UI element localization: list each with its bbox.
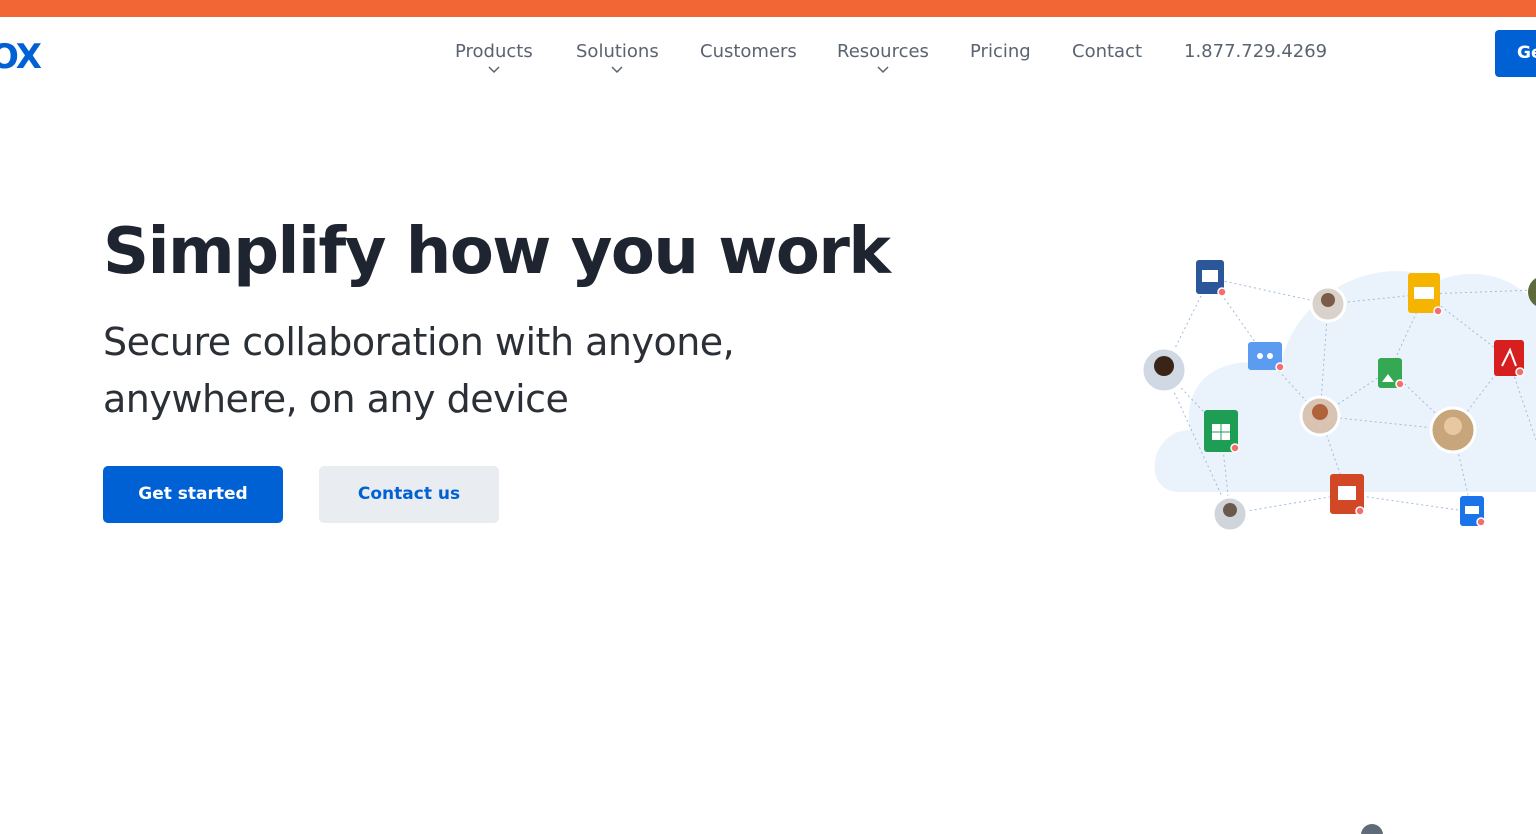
user-avatar-2 [1140, 346, 1188, 394]
nav-item-products[interactable]: Products [455, 41, 533, 74]
hero-title: Simplify how you work [103, 215, 891, 289]
contact-us-button[interactable]: Contact us [319, 466, 499, 523]
user-avatar-3 [1299, 395, 1341, 437]
user-avatar-5 [1211, 495, 1249, 533]
get-started-header-button[interactable]: Ge [1495, 30, 1536, 77]
powerpoint-icon [1330, 474, 1365, 516]
shared-folder-icon [1248, 342, 1285, 372]
nav-item-resources[interactable]: Resources [837, 41, 929, 74]
doc-file-icon [1460, 496, 1486, 527]
nav-item-label: Contact [1072, 41, 1143, 62]
nav-item-label: Solutions [576, 41, 659, 62]
nav-item-label: Customers [700, 41, 797, 62]
site-header: OX Products Solutions Customers Resource… [0, 17, 1536, 95]
box-logo[interactable]: OX [0, 39, 42, 75]
user-avatar-4 [1429, 406, 1477, 454]
hero-subtitle-line-1: Secure collaboration with anyone, [103, 320, 735, 364]
nav-item-customers[interactable]: Customers [700, 41, 797, 62]
nav-item-label: Products [455, 41, 533, 62]
nav-phone-link[interactable]: 1.877.729.4269 [1184, 41, 1327, 62]
user-avatar-1 [1309, 285, 1347, 323]
nav-item-pricing[interactable]: Pricing [970, 41, 1031, 62]
top-banner [0, 0, 1536, 17]
nav-item-label: Resources [837, 41, 929, 62]
nav-item-label: Pricing [970, 41, 1031, 62]
nav-item-contact[interactable]: Contact [1072, 41, 1142, 62]
pdf-icon [1494, 340, 1525, 377]
chevron-down-icon [877, 66, 889, 74]
image-file-icon [1378, 358, 1405, 389]
nav-item-solutions[interactable]: Solutions [576, 41, 659, 74]
hero-subtitle: Secure collaboration with anyone, anywhe… [103, 314, 803, 428]
hero-subtitle-line-2: anywhere, on any device [103, 377, 569, 421]
close-icon[interactable] [1361, 824, 1383, 834]
slides-icon [1408, 273, 1443, 316]
chevron-down-icon [488, 66, 500, 74]
sheets-icon [1204, 410, 1240, 453]
collaboration-cloud-illustration [1140, 260, 1536, 533]
word-doc-icon [1196, 260, 1227, 297]
get-started-button[interactable]: Get started [103, 466, 283, 523]
chevron-down-icon [611, 66, 623, 74]
phone-number: 1.877.729.4269 [1184, 41, 1328, 62]
